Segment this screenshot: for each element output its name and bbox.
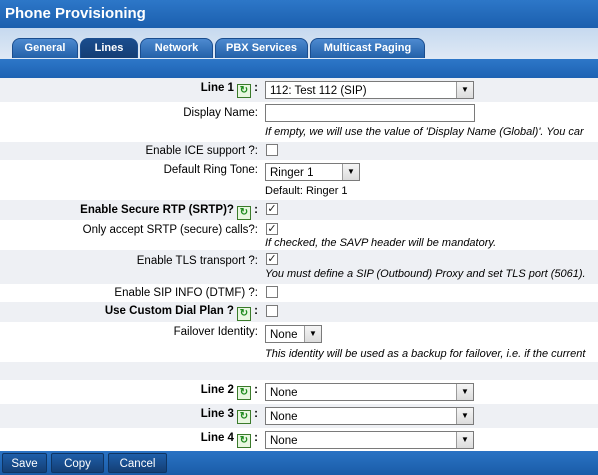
dropdown-arrow-icon: ▼ <box>456 432 473 448</box>
line4-select[interactable]: None ▼ <box>265 431 474 449</box>
tls-checkbox[interactable]: ✓ <box>266 253 278 265</box>
dial-plan-checkbox[interactable] <box>266 305 278 317</box>
srtp-only-row: Only accept SRTP (secure) calls?: ✓ If c… <box>0 220 598 250</box>
dropdown-arrow-icon: ▼ <box>456 384 473 400</box>
line3-row: Line 3 ↻ : None ▼ <box>0 404 598 428</box>
ice-row: Enable ICE support ?: <box>0 142 598 160</box>
tls-row: Enable TLS transport ?: ✓ You must defin… <box>0 250 598 284</box>
cancel-button[interactable]: Cancel <box>108 453 167 473</box>
srtp-checkbox[interactable]: ✓ <box>266 203 278 215</box>
dropdown-arrow-icon: ▼ <box>456 408 473 424</box>
tab-network[interactable]: Network <box>140 38 213 58</box>
ring-tone-row: Default Ring Tone: Ringer 1 ▼ Default: Ri… <box>0 160 598 200</box>
line4-row: Line 4 ↻ : None ▼ <box>0 428 598 451</box>
failover-hint: This identity will be used as a backup f… <box>265 348 586 360</box>
sip-info-checkbox[interactable] <box>266 286 278 298</box>
display-name-hint: If empty, we will use the value of 'Disp… <box>265 126 584 138</box>
tls-label: Enable TLS transport ?: <box>136 255 258 267</box>
line1-select[interactable]: 112: Test 112 (SIP) ▼ <box>265 81 474 99</box>
failover-label: Failover Identity: <box>173 326 258 338</box>
tab-multicast-paging[interactable]: Multicast Paging <box>310 38 425 58</box>
line2-select[interactable]: None ▼ <box>265 383 474 401</box>
copy-button[interactable]: Copy <box>51 453 104 473</box>
tab-general[interactable]: General <box>12 38 78 58</box>
line3-label: Line 3 ↻ : <box>200 408 258 424</box>
line2-label: Line 2 ↻ : <box>200 384 258 400</box>
refresh-icon[interactable]: ↻ <box>236 386 251 400</box>
dropdown-arrow-icon: ▼ <box>342 164 359 180</box>
line3-select[interactable]: None ▼ <box>265 407 474 425</box>
app-title: Phone Provisioning <box>5 5 146 22</box>
refresh-icon[interactable]: ↻ <box>236 84 251 98</box>
ice-checkbox[interactable] <box>266 144 278 156</box>
dial-plan-row: Use Custom Dial Plan ? ↻ : <box>0 302 598 322</box>
tls-hint: You must define a SIP (Outbound) Proxy a… <box>265 268 586 280</box>
display-name-row: Display Name: If empty, we will use the … <box>0 102 598 142</box>
srtp-only-label: Only accept SRTP (secure) calls?: <box>82 224 258 236</box>
ring-tone-select[interactable]: Ringer 1 ▼ <box>265 163 360 181</box>
tab-pbx-services[interactable]: PBX Services <box>215 38 308 58</box>
dial-plan-label: Use Custom Dial Plan ? ↻ : <box>104 305 258 321</box>
spacer-row <box>0 362 598 380</box>
section-header-bar <box>0 59 598 78</box>
footer-bar: Save Copy Cancel <box>0 451 598 475</box>
srtp-only-hint: If checked, the SAVP header will be mand… <box>265 237 497 249</box>
sip-info-row: Enable SIP INFO (DTMF) ?: <box>0 284 598 302</box>
title-bar: Phone Provisioning <box>0 0 598 28</box>
ice-label: Enable ICE support ?: <box>145 145 258 157</box>
failover-row: Failover Identity: None ▼ This identity w… <box>0 322 598 362</box>
tab-lines[interactable]: Lines <box>80 38 138 58</box>
srtp-label: Enable Secure RTP (SRTP)? ↻ : <box>80 204 258 220</box>
line1-label: Line 1 ↻ : <box>200 82 258 98</box>
line2-row: Line 2 ↻ : None ▼ <box>0 380 598 404</box>
line4-label: Line 4 ↻ : <box>200 432 258 448</box>
save-button[interactable]: Save <box>2 453 47 473</box>
dropdown-arrow-icon: ▼ <box>304 326 321 342</box>
ring-tone-label: Default Ring Tone: <box>163 164 258 176</box>
refresh-icon[interactable]: ↻ <box>236 307 251 321</box>
failover-select[interactable]: None ▼ <box>265 325 322 343</box>
refresh-icon[interactable]: ↻ <box>236 206 251 220</box>
srtp-row: Enable Secure RTP (SRTP)? ↻ : ✓ <box>0 200 598 220</box>
ring-tone-default: Default: Ringer 1 <box>265 185 348 197</box>
srtp-only-checkbox[interactable]: ✓ <box>266 223 278 235</box>
dropdown-arrow-icon: ▼ <box>456 82 473 98</box>
display-name-input[interactable] <box>265 104 475 122</box>
line1-row: Line 1 ↻ : 112: Test 112 (SIP) ▼ <box>0 78 598 102</box>
display-name-label: Display Name: <box>183 107 258 119</box>
sip-info-label: Enable SIP INFO (DTMF) ?: <box>114 287 258 299</box>
tab-strip: General Lines Network PBX Services Multi… <box>0 28 598 59</box>
refresh-icon[interactable]: ↻ <box>236 410 251 424</box>
refresh-icon[interactable]: ↻ <box>236 434 251 448</box>
